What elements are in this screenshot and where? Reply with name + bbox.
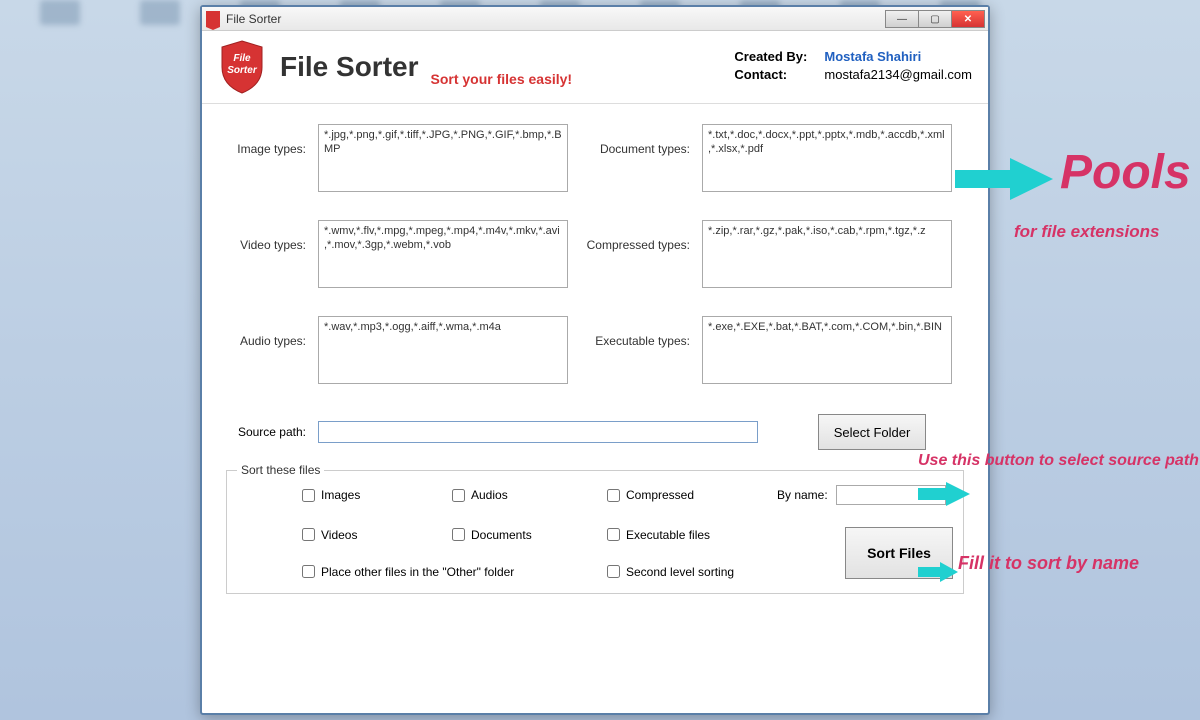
credits: Created By: Mostafa Shahiri Contact: mos…: [734, 49, 972, 85]
image-types-input[interactable]: [318, 124, 568, 192]
executable-checkbox[interactable]: Executable files: [607, 528, 777, 542]
titlebar[interactable]: File Sorter — ▢ ✕: [202, 7, 988, 31]
created-by-label: Created By:: [734, 49, 824, 64]
arrow-right-icon: [918, 560, 960, 589]
audio-types-input[interactable]: [318, 316, 568, 384]
annotation-pools-subtitle: for file extensions: [1014, 222, 1159, 242]
type-pools-grid: Image types: Document types: Video types…: [226, 124, 964, 384]
documents-checkbox[interactable]: Documents: [452, 528, 607, 542]
created-by-value: Mostafa Shahiri: [824, 49, 921, 64]
tagline: Sort your files easily!: [430, 71, 572, 87]
contact-value: mostafa2134@gmail.com: [824, 67, 972, 82]
svg-text:Sorter: Sorter: [227, 65, 258, 76]
videos-checkbox[interactable]: Videos: [302, 528, 452, 542]
annotation-select-hint: Use this button to select source path: [918, 452, 1199, 470]
app-title: File Sorter: [280, 51, 418, 83]
shield-icon: File Sorter: [218, 39, 266, 95]
app-window: File Sorter — ▢ ✕ File Sorter File Sorte…: [200, 5, 990, 715]
compressed-checkbox[interactable]: Compressed: [607, 488, 777, 502]
audio-types-label: Audio types:: [226, 316, 306, 348]
compressed-types-label: Compressed types:: [580, 220, 690, 252]
header: File Sorter File Sorter Sort your files …: [202, 31, 988, 104]
contact-label: Contact:: [734, 67, 824, 82]
source-path-input[interactable]: [318, 421, 758, 443]
sort-groupbox: Sort these files Images Audios Compresse…: [226, 470, 964, 594]
image-types-label: Image types:: [226, 124, 306, 156]
annotation-byname-hint: Fill it to sort by name: [958, 553, 1139, 574]
document-types-input[interactable]: [702, 124, 952, 192]
minimize-button[interactable]: —: [885, 10, 919, 28]
executable-types-input[interactable]: [702, 316, 952, 384]
annotation-pools-title: Pools: [1060, 145, 1191, 200]
maximize-button[interactable]: ▢: [918, 10, 952, 28]
source-path-label: Source path:: [226, 425, 306, 439]
video-types-label: Video types:: [226, 220, 306, 252]
source-path-row: Source path: Select Folder: [226, 414, 964, 450]
arrow-right-icon: [918, 480, 972, 513]
byname-label: By name:: [777, 488, 828, 502]
titlebar-shield-icon: [206, 11, 220, 27]
arrow-right-icon: [955, 155, 1055, 210]
sort-groupbox-title: Sort these files: [237, 463, 324, 477]
window-title: File Sorter: [226, 12, 281, 26]
close-button[interactable]: ✕: [951, 10, 985, 28]
video-types-input[interactable]: [318, 220, 568, 288]
svg-text:File: File: [233, 53, 251, 64]
executable-types-label: Executable types:: [580, 316, 690, 348]
select-folder-button[interactable]: Select Folder: [818, 414, 926, 450]
images-checkbox[interactable]: Images: [302, 488, 452, 502]
compressed-types-input[interactable]: [702, 220, 952, 288]
second-level-checkbox[interactable]: Second level sorting: [607, 565, 777, 579]
audios-checkbox[interactable]: Audios: [452, 488, 607, 502]
document-types-label: Document types:: [580, 124, 690, 156]
other-folder-checkbox[interactable]: Place other files in the "Other" folder: [302, 565, 607, 579]
